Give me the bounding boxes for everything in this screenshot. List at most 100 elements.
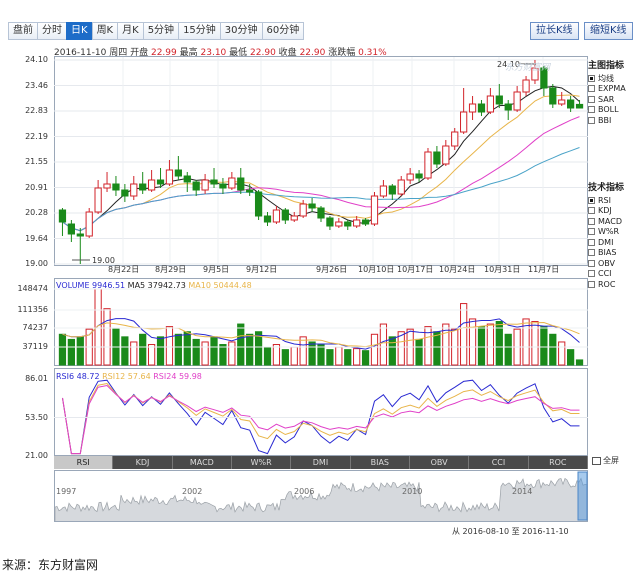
indicator-tab-macd[interactable]: MACD bbox=[172, 456, 232, 469]
axis-tick-label: 23.46 bbox=[25, 80, 48, 90]
range-to: 2016-11-10 bbox=[522, 527, 569, 536]
overview-year-label: 2014 bbox=[512, 487, 533, 496]
tab-7[interactable]: 30分钟 bbox=[219, 22, 263, 40]
watermark: 东方财富网 bbox=[505, 63, 551, 73]
tech-indicator-macd[interactable]: MACD bbox=[588, 216, 624, 227]
checkbox-icon[interactable] bbox=[588, 270, 595, 278]
tab-3[interactable]: 周K bbox=[91, 22, 119, 40]
indicator-tab-bias[interactable]: BIAS bbox=[350, 456, 410, 469]
axis-tick-label: 37119 bbox=[22, 342, 48, 351]
checkbox-icon[interactable] bbox=[588, 106, 595, 114]
tab-2[interactable]: 日K bbox=[66, 22, 93, 40]
fullscreen-button[interactable]: 全屏 bbox=[592, 455, 619, 466]
tech-indicator-label: W%R bbox=[598, 227, 620, 237]
overview-year-label: 2006 bbox=[294, 487, 315, 496]
tab-6[interactable]: 15分钟 bbox=[178, 22, 221, 40]
main-indicator-boll[interactable]: BOLL bbox=[588, 105, 626, 116]
stretch-kline-button[interactable]: 拉长K线 bbox=[530, 22, 579, 40]
tech-indicator-label: MACD bbox=[598, 216, 622, 226]
tech-indicator-dmi[interactable]: DMI bbox=[588, 237, 624, 248]
checkbox-icon[interactable] bbox=[588, 95, 595, 103]
overview-panel[interactable] bbox=[54, 470, 588, 522]
indicator-tab-rsi[interactable]: RSI bbox=[54, 456, 114, 469]
tech-indicator-label: DMI bbox=[598, 237, 614, 247]
main-indicator-panel: 主图指标 均线 EXPMA SAR BOLL BBI bbox=[588, 58, 626, 126]
axis-tick-label: 22.83 bbox=[25, 106, 48, 115]
rsi12-value: RSI12 57.64 bbox=[102, 372, 151, 381]
shorten-kline-button[interactable]: 缩短K线 bbox=[584, 22, 633, 40]
tech-indicator-kdj[interactable]: KDJ bbox=[588, 206, 624, 217]
tech-indicator-obv[interactable]: OBV bbox=[588, 258, 624, 269]
tech-indicator-rsi[interactable]: RSI bbox=[588, 195, 624, 206]
tab-4[interactable]: 月K bbox=[117, 22, 144, 40]
date-tick-label: 11月7日 bbox=[528, 265, 560, 274]
price-panel[interactable] bbox=[54, 56, 588, 266]
change-label: 涨跌幅 bbox=[328, 48, 356, 58]
checkbox-icon[interactable] bbox=[588, 249, 595, 257]
axis-tick-label: 53.50 bbox=[25, 412, 48, 422]
high-label: 最高 bbox=[179, 48, 198, 58]
main-indicator-bbi[interactable]: BBI bbox=[588, 115, 626, 126]
axis-tick-label: 21.00 bbox=[25, 451, 48, 460]
date-tick-label: 10月17日 bbox=[397, 265, 434, 274]
tech-indicator-title: 技术指标 bbox=[588, 183, 625, 193]
checkbox-icon[interactable] bbox=[588, 196, 595, 204]
axis-tick-label: 22.19 bbox=[25, 131, 48, 141]
main-indicator-sar[interactable]: SAR bbox=[588, 94, 626, 105]
quote-date: 2016-11-10 bbox=[54, 48, 107, 58]
axis-tick-label: 21.55 bbox=[25, 157, 48, 166]
tech-indicator-label: CCI bbox=[598, 269, 612, 279]
axis-tick-label: 74237 bbox=[22, 323, 48, 332]
period-tabs: 盘前 分时 日K 周K 月K 5分钟 15分钟 30分钟 60分钟 bbox=[8, 22, 305, 40]
indicator-tab-bar: RSI KDJ MACD W%R DMI BIAS OBV CCI ROC bbox=[54, 456, 588, 469]
date-tick-label: 8月29日 bbox=[155, 265, 187, 274]
checkbox-icon[interactable] bbox=[588, 238, 595, 246]
open-value: 22.99 bbox=[150, 48, 177, 58]
overview-year-label: 1997 bbox=[56, 487, 77, 496]
range-from-label: 从 bbox=[452, 527, 460, 536]
checkbox-icon[interactable] bbox=[588, 85, 595, 93]
checkbox-icon[interactable] bbox=[588, 217, 595, 225]
tab-5[interactable]: 5分钟 bbox=[142, 22, 180, 40]
tech-indicator-bias[interactable]: BIAS bbox=[588, 248, 624, 259]
tab-8[interactable]: 60分钟 bbox=[261, 22, 305, 40]
indicator-tab-roc[interactable]: ROC bbox=[528, 456, 588, 469]
overview-year-label: 2002 bbox=[182, 487, 203, 496]
axis-tick-label: 24.10 bbox=[25, 55, 48, 64]
checkbox-icon[interactable] bbox=[588, 228, 595, 236]
tech-indicator-cci[interactable]: CCI bbox=[588, 269, 624, 280]
volume-panel[interactable] bbox=[54, 278, 588, 366]
indicator-tab-cci[interactable]: CCI bbox=[469, 456, 529, 469]
checkbox-icon[interactable] bbox=[588, 74, 595, 82]
indicator-tab-wr[interactable]: W%R bbox=[231, 456, 292, 469]
checkbox-icon[interactable] bbox=[588, 280, 595, 288]
tech-indicator-label: BIAS bbox=[598, 248, 617, 258]
indicator-tab-kdj[interactable]: KDJ bbox=[113, 456, 173, 469]
volume-value: VOLUME 9946.51 bbox=[56, 281, 126, 290]
date-tick-label: 8月22日 bbox=[108, 265, 140, 274]
rsi-panel[interactable] bbox=[54, 368, 588, 456]
volume-legend: VOLUME 9946.51 MA5 37942.73 MA10 50444.4… bbox=[56, 281, 252, 290]
tab-0[interactable]: 盘前 bbox=[8, 22, 38, 40]
source-caption: 来源：东方财富网 bbox=[2, 558, 99, 572]
indicator-tab-dmi[interactable]: DMI bbox=[291, 456, 351, 469]
checkbox-icon[interactable] bbox=[588, 116, 595, 124]
quote-info: 2016-11-10 周四 开盘 22.99 最高 23.10 最低 22.90… bbox=[54, 45, 387, 58]
close-value: 22.90 bbox=[299, 48, 326, 58]
fullscreen-label: 全屏 bbox=[603, 456, 619, 465]
main-indicator-0[interactable]: 均线 bbox=[588, 73, 626, 84]
checkbox-icon[interactable] bbox=[588, 259, 595, 267]
axis-tick-label: 111356 bbox=[17, 305, 48, 314]
close-label: 收盘 bbox=[278, 48, 297, 58]
tech-indicator-roc[interactable]: ROC bbox=[588, 279, 624, 290]
indicator-tab-obv[interactable]: OBV bbox=[409, 456, 470, 469]
axis-tick-label: 20.28 bbox=[25, 208, 48, 217]
main-indicator-label: BBI bbox=[598, 115, 612, 125]
date-tick-label: 10月10日 bbox=[358, 265, 395, 274]
main-indicator-expma[interactable]: EXPMA bbox=[588, 84, 626, 95]
tech-indicator-label: OBV bbox=[598, 258, 616, 268]
checkbox-icon[interactable] bbox=[588, 207, 595, 215]
date-tick-label: 9月26日 bbox=[316, 265, 348, 274]
tech-indicator-wr[interactable]: W%R bbox=[588, 227, 624, 238]
tab-1[interactable]: 分时 bbox=[37, 22, 67, 40]
